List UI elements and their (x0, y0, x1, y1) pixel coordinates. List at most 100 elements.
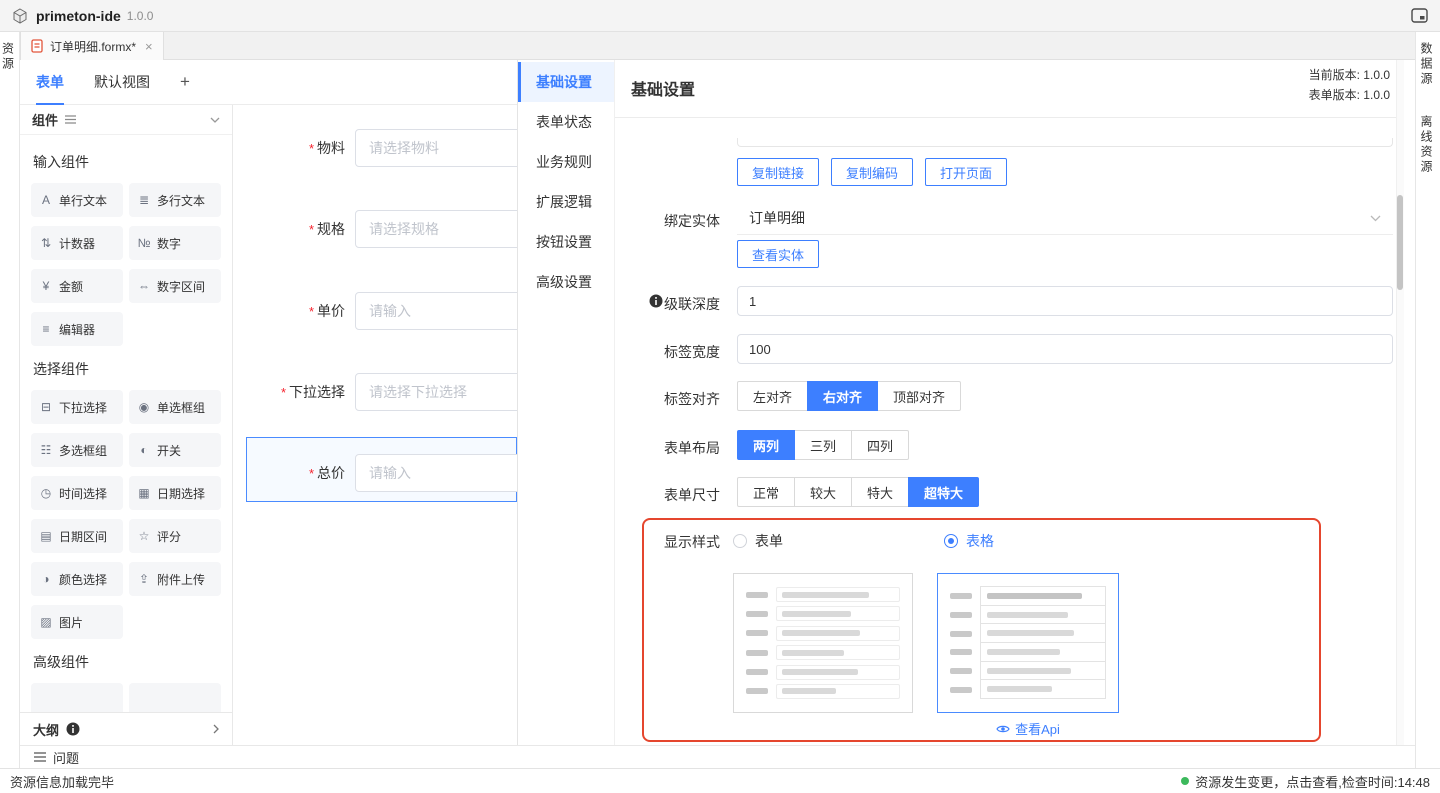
counter-icon: ⇅ (39, 236, 53, 250)
palette-item-clipped[interactable] (31, 683, 123, 712)
skeleton-row (746, 645, 900, 660)
cascade-depth-input[interactable] (737, 286, 1393, 316)
copy-link-button[interactable]: 复制链接 (737, 158, 819, 186)
palette-item-dropdown[interactable]: ⊟ 下拉选择 (31, 390, 123, 424)
view-api-text: 查看Api (1015, 719, 1060, 738)
table-preview-card[interactable] (937, 573, 1119, 713)
palette-item-date-range[interactable]: ▤ 日期区间 (31, 519, 123, 553)
display-style-form-option[interactable]: 表单 (733, 531, 783, 551)
palette-item-clipped[interactable] (129, 683, 221, 712)
palette-header[interactable]: 组件 (20, 105, 232, 135)
palette-item-amount[interactable]: ¥ 金额 (31, 269, 123, 303)
components-collapse-icon[interactable] (210, 117, 220, 123)
view-entity-button[interactable]: 查看实体 (737, 240, 819, 268)
spec-input[interactable] (355, 210, 517, 248)
palette-item-rating[interactable]: ☆ 评分 (129, 519, 221, 553)
table-preview-labels (950, 587, 972, 699)
rail-offline-resources[interactable]: 离线资源 (1421, 115, 1435, 175)
problems-bar[interactable]: 问题 (20, 745, 1415, 768)
skeleton-cell (980, 661, 1106, 681)
tab-default-view[interactable]: 默认视图 (94, 60, 150, 105)
palette-item-number[interactable]: № 数字 (129, 226, 221, 260)
window-icon[interactable] (1411, 8, 1428, 23)
two-column-option[interactable]: 两列 (737, 430, 795, 460)
align-top-option[interactable]: 顶部对齐 (877, 381, 961, 411)
palette-item-label: 编辑器 (59, 321, 95, 338)
app-logo-icon (12, 8, 28, 24)
outline-bar[interactable]: 大纲 (20, 712, 233, 745)
open-page-button[interactable]: 打开页面 (925, 158, 1007, 186)
rail-datasource[interactable]: 数据源 (1421, 42, 1435, 87)
palette-item-file-upload[interactable]: ⇪ 附件上传 (129, 562, 221, 596)
palette-item-counter[interactable]: ⇅ 计数器 (31, 226, 123, 260)
align-right-option[interactable]: 右对齐 (807, 381, 878, 411)
settings-nav-advanced[interactable]: 高级设置 (518, 262, 614, 302)
palette-item-time-picker[interactable]: ◷ 时间选择 (31, 476, 123, 510)
palette-item-editor[interactable]: ≡ 编辑器 (31, 312, 123, 346)
settings-nav-business-rules[interactable]: 业务规则 (518, 142, 614, 182)
canvas-field-dropdown[interactable]: *下拉选择 (233, 372, 517, 412)
settings-nav-basic[interactable]: 基础设置 (518, 62, 614, 102)
palette-item-label: 日期选择 (157, 485, 205, 502)
size-normal-option[interactable]: 正常 (737, 477, 795, 507)
skeleton-bar (782, 611, 851, 617)
size-xlarge-option[interactable]: 特大 (851, 477, 909, 507)
total-price-input[interactable] (355, 454, 517, 492)
material-input[interactable] (355, 129, 517, 167)
three-column-option[interactable]: 三列 (794, 430, 852, 460)
tab-form[interactable]: 表单 (36, 60, 64, 105)
tab-close-icon[interactable]: × (145, 40, 153, 53)
settings-nav-extension-logic[interactable]: 扩展逻辑 (518, 182, 614, 222)
bind-entity-select[interactable]: 订单明细 (737, 202, 1393, 235)
table-preview-rows (980, 587, 1106, 699)
size-xxlarge-option[interactable]: 超特大 (908, 477, 979, 507)
required-mark: * (309, 466, 314, 481)
dropdown-input[interactable] (355, 373, 517, 411)
skeleton-bar (746, 592, 768, 598)
skeleton-field (776, 645, 900, 660)
form-layout-segment: 两列 三列 四列 (737, 430, 909, 460)
display-style-table-option[interactable]: 表格 (944, 531, 994, 551)
palette-item-switch[interactable]: ◐ 开关 (129, 433, 221, 467)
settings-scrollbar-track[interactable] (1396, 60, 1404, 745)
palette-item-multi-line-text[interactable]: ≣ 多行文本 (129, 183, 221, 217)
palette-item-radio-group[interactable]: ◉ 单选框组 (129, 390, 221, 424)
copy-code-button[interactable]: 复制编码 (831, 158, 913, 186)
add-view-button[interactable]: + (180, 72, 190, 92)
canvas-field-spec[interactable]: *规格 (233, 209, 517, 249)
palette-item-date-picker[interactable]: ▦ 日期选择 (129, 476, 221, 510)
settings-body: 复制链接 复制编码 打开页面 绑定实体 订单明细 查看实体 级联深度 标签宽度 … (615, 118, 1396, 745)
view-api-link[interactable]: 查看Api (937, 719, 1119, 738)
canvas-field-unit-price[interactable]: *单价 (233, 291, 517, 331)
input-components-grid: A 单行文本 ≣ 多行文本 ⇅ 计数器 № 数字 ¥ 金额 ⇔ 数字区间 (31, 183, 221, 346)
link-buttons-row: 复制链接 复制编码 打开页面 (737, 158, 1007, 186)
unit-price-input[interactable] (355, 292, 517, 330)
palette-item-label: 图片 (59, 614, 83, 631)
section-input-components: 输入组件 (33, 152, 219, 172)
display-style-radio-table[interactable] (944, 534, 958, 548)
settings-nav-button-settings[interactable]: 按钮设置 (518, 222, 614, 262)
canvas-field-total-price[interactable]: *总价 (233, 453, 517, 493)
rail-resources[interactable]: 资源 (3, 42, 17, 72)
form-preview-card[interactable] (733, 573, 913, 713)
label-width-input[interactable] (737, 334, 1393, 364)
palette-item-single-line-text[interactable]: A 单行文本 (31, 183, 123, 217)
rating-icon: ☆ (137, 529, 151, 543)
size-large-option[interactable]: 较大 (794, 477, 852, 507)
status-right-message[interactable]: 资源发生变更，点击查看,检查时间:14:48 (1181, 772, 1430, 791)
field-label-text: 单价 (317, 303, 345, 319)
outline-expand-icon[interactable] (213, 724, 219, 734)
palette-item-checkbox-group[interactable]: ☷ 多选框组 (31, 433, 123, 467)
scrollbar-thumb[interactable] (1397, 195, 1403, 290)
file-tab-order-detail[interactable]: 订单明细.formx* × (20, 32, 164, 60)
palette-item-number-range[interactable]: ⇔ 数字区间 (129, 269, 221, 303)
palette-item-image[interactable]: ▨ 图片 (31, 605, 123, 639)
align-left-option[interactable]: 左对齐 (737, 381, 808, 411)
palette-item-color-picker[interactable]: ◑ 颜色选择 (31, 562, 123, 596)
four-column-option[interactable]: 四列 (851, 430, 909, 460)
skeleton-bar (746, 669, 768, 675)
canvas-field-material[interactable]: *物料 (233, 128, 517, 168)
settings-nav-form-state[interactable]: 表单状态 (518, 102, 614, 142)
skeleton-bar (987, 668, 1071, 674)
display-style-radio-form[interactable] (733, 534, 747, 548)
